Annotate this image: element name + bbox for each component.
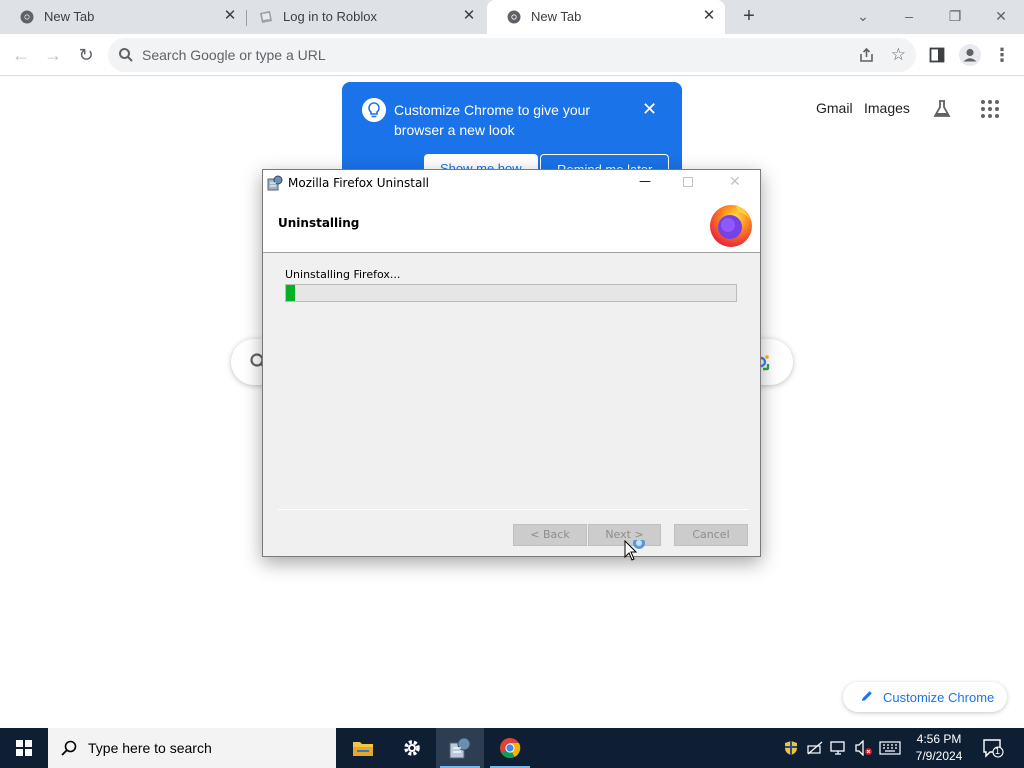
window-close-icon[interactable]: ✕: [989, 4, 1013, 28]
windows-logo-icon: [16, 740, 32, 756]
taskbar-settings[interactable]: [388, 728, 436, 768]
browser-toolbar: ← → ↻ Search Google or type a URL ☆ ⋮: [0, 34, 1024, 76]
search-icon: [61, 740, 77, 756]
search-icon: [119, 48, 133, 62]
busy-cursor-icon: [624, 540, 645, 561]
notification-center-button[interactable]: 1: [982, 738, 1004, 763]
share-icon[interactable]: [858, 46, 876, 64]
customize-chrome-label: Customize Chrome: [883, 690, 995, 705]
dialog-divider: [278, 509, 749, 510]
tab-title: New Tab: [531, 9, 582, 24]
notification-icon: [983, 739, 1004, 758]
taskbar-chrome[interactable]: [486, 728, 534, 768]
uninstall-status-text: Uninstalling Firefox...: [285, 268, 401, 281]
tab-new-tab-active[interactable]: New Tab ✕: [487, 0, 725, 34]
tab-strip: New Tab ✕ Log in to Roblox ✕ New Tab ✕ +…: [0, 0, 1024, 34]
minimize-icon[interactable]: –: [897, 4, 921, 28]
volume-muted-icon[interactable]: [855, 740, 873, 756]
windows-taskbar: Type here to search 4:56 PM 7/9/2024 1: [0, 728, 1024, 768]
tab-new-tab-1[interactable]: New Tab ✕: [0, 0, 246, 34]
folder-icon: [353, 742, 373, 756]
firefox-uninstall-dialog: Mozilla Firefox Uninstall — ✕ Uninstalli…: [262, 169, 761, 557]
side-panel-icon[interactable]: [929, 47, 945, 63]
firefox-logo-icon: [710, 205, 752, 247]
tab-title: Log in to Roblox: [283, 9, 377, 24]
new-tab-plus-icon[interactable]: +: [739, 6, 759, 27]
document-icon: [260, 11, 272, 23]
uninstaller-icon: [449, 737, 471, 759]
security-shield-icon[interactable]: [784, 740, 798, 756]
dialog-header: Uninstalling: [263, 196, 760, 253]
forward-arrow-icon[interactable]: →: [42, 44, 64, 66]
back-arrow-icon[interactable]: ←: [10, 44, 32, 66]
taskbar-file-explorer[interactable]: [339, 728, 387, 768]
promo-close-icon[interactable]: ✕: [642, 100, 657, 118]
start-button[interactable]: [0, 728, 48, 768]
gmail-link[interactable]: Gmail: [816, 100, 853, 116]
labs-flask-icon[interactable]: [932, 99, 952, 119]
progress-fill: [286, 285, 295, 301]
uninstaller-icon: [267, 175, 283, 191]
reload-icon[interactable]: ↻: [75, 44, 97, 66]
dialog-title: Mozilla Firefox Uninstall: [288, 176, 429, 190]
pencil-icon: [862, 691, 872, 701]
clock-time: 4:56 PM: [916, 732, 962, 746]
dialog-minimize-icon[interactable]: —: [633, 174, 657, 188]
dialog-title-bar[interactable]: Mozilla Firefox Uninstall — ✕: [263, 170, 760, 196]
customize-chrome-button[interactable]: Customize Chrome: [843, 682, 1007, 712]
uninstall-progress-bar: [285, 284, 737, 302]
tab-close-icon[interactable]: ✕: [461, 8, 477, 24]
restore-icon[interactable]: ❐: [943, 4, 967, 28]
back-button: < Back: [513, 524, 587, 546]
display-monitor-icon[interactable]: [830, 740, 848, 756]
tab-title: New Tab: [44, 9, 95, 24]
dialog-heading: Uninstalling: [278, 216, 360, 230]
images-link[interactable]: Images: [864, 100, 910, 116]
network-icon[interactable]: [806, 740, 824, 756]
dialog-maximize-icon: [683, 177, 693, 187]
menu-kebab-icon[interactable]: ⋮: [991, 44, 1013, 66]
promo-text: Customize Chrome to give your browser a …: [394, 102, 591, 138]
chrome-icon: [20, 10, 34, 24]
notification-count: 1: [995, 746, 1001, 756]
taskbar-clock[interactable]: 4:56 PM 7/9/2024: [905, 731, 973, 765]
taskbar-search-placeholder: Type here to search: [88, 740, 212, 756]
clock-date: 7/9/2024: [915, 749, 963, 763]
address-bar-placeholder: Search Google or type a URL: [142, 47, 326, 63]
gear-icon: [404, 740, 420, 756]
bookmark-star-icon[interactable]: ☆: [891, 45, 906, 65]
tab-search-chevron-icon[interactable]: ⌄: [851, 4, 875, 28]
lightbulb-icon: [362, 98, 386, 122]
taskbar-search-box[interactable]: Type here to search: [48, 728, 336, 768]
cancel-button: Cancel: [674, 524, 748, 546]
google-apps-icon[interactable]: [981, 100, 999, 118]
profile-avatar-icon[interactable]: [958, 43, 982, 67]
dialog-close-icon: ✕: [729, 174, 741, 190]
address-bar[interactable]: Search Google or type a URL ☆: [108, 38, 916, 72]
keyboard-icon[interactable]: [879, 740, 901, 756]
chrome-icon: [507, 10, 521, 24]
customize-chrome-promo: Customize Chrome to give your browser a …: [342, 82, 682, 177]
taskbar-uninstaller[interactable]: [436, 728, 484, 768]
chrome-logo-icon: [500, 738, 521, 758]
tab-roblox[interactable]: Log in to Roblox ✕: [247, 0, 487, 34]
tab-close-icon[interactable]: ✕: [701, 8, 717, 24]
tab-close-icon[interactable]: ✕: [222, 8, 238, 24]
